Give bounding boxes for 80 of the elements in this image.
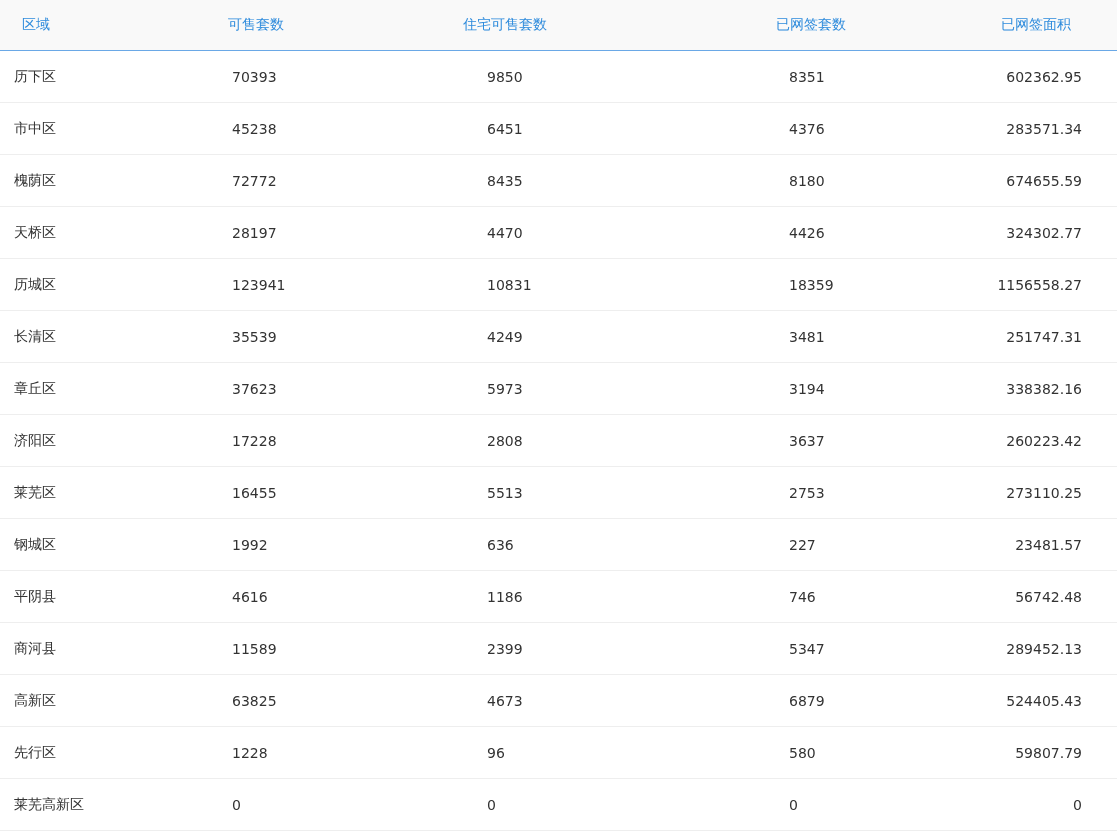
table-cell-text: 5347 bbox=[788, 640, 826, 657]
table-cell-text: 17228 bbox=[231, 432, 278, 449]
table-cell-text: 9850 bbox=[486, 68, 524, 85]
table-cell-text: 2399 bbox=[486, 640, 524, 657]
table-cell-text: 28197 bbox=[231, 224, 278, 241]
table-cell-text: 260223.42 bbox=[1005, 432, 1083, 449]
table-cell-text: 18359 bbox=[788, 276, 835, 293]
table-cell-text: 10831 bbox=[486, 276, 533, 293]
table-cell-text: 莱芜高新区 bbox=[13, 795, 85, 814]
table-cell-text: 324302.77 bbox=[1005, 224, 1083, 241]
table-cell-text: 59807.79 bbox=[1014, 744, 1083, 761]
column-header: 已网签套数 bbox=[775, 16, 847, 34]
column-header: 区域 bbox=[21, 16, 51, 34]
table-cell-text: 0 bbox=[788, 796, 799, 813]
table-cell-text: 338382.16 bbox=[1005, 380, 1083, 397]
table-cell-text: 5513 bbox=[486, 484, 524, 501]
table-cell-text: 4426 bbox=[788, 224, 826, 241]
table-cell-text: 524405.43 bbox=[1005, 692, 1083, 709]
table-cell-text: 45238 bbox=[231, 120, 278, 137]
table-cell-text: 6879 bbox=[788, 692, 826, 709]
table-cell-text: 2753 bbox=[788, 484, 826, 501]
table-cell-text: 济阳区 bbox=[13, 431, 57, 450]
table-cell-text: 273110.25 bbox=[1005, 484, 1083, 501]
table-cell-text: 602362.95 bbox=[1005, 68, 1083, 85]
table-cell-text: 56742.48 bbox=[1014, 588, 1083, 605]
table-cell-text: 3194 bbox=[788, 380, 826, 397]
table-cell-text: 3637 bbox=[788, 432, 826, 449]
column-header: 住宅可售套数 bbox=[462, 16, 548, 34]
table-cell-text: 23481.57 bbox=[1014, 536, 1083, 553]
table-cell-text: 8180 bbox=[788, 172, 826, 189]
column-header: 已网签面积 bbox=[1000, 16, 1072, 34]
table-cell-text: 283571.34 bbox=[1005, 120, 1083, 137]
table-cell-text: 5973 bbox=[486, 380, 524, 397]
table-cell-text: 4470 bbox=[486, 224, 524, 241]
table-cell-text: 289452.13 bbox=[1005, 640, 1083, 657]
table-cell-text: 746 bbox=[788, 588, 817, 605]
table-cell-text: 章丘区 bbox=[13, 379, 57, 398]
table-cell-text: 历城区 bbox=[13, 275, 57, 294]
table-cell-text: 4616 bbox=[231, 588, 269, 605]
table-cell-text: 钢城区 bbox=[13, 535, 57, 554]
table-cell-text: 1992 bbox=[231, 536, 269, 553]
table-cell-text: 1228 bbox=[231, 744, 269, 761]
table-cell-text: 35539 bbox=[231, 328, 278, 345]
table-cell-text: 580 bbox=[788, 744, 817, 761]
column-header: 可售套数 bbox=[227, 16, 285, 34]
table-cell-text: 11589 bbox=[231, 640, 278, 657]
table-cell-text: 37623 bbox=[231, 380, 278, 397]
table-cell-text: 天桥区 bbox=[13, 223, 57, 242]
table-cell-text: 莱芜区 bbox=[13, 483, 57, 502]
table-cell-text: 251747.31 bbox=[1005, 328, 1083, 345]
table-cell-text: 123941 bbox=[231, 276, 287, 293]
table-cell-text: 先行区 bbox=[13, 743, 57, 762]
table-cell-text: 历下区 bbox=[13, 67, 57, 86]
table-cell-text: 1186 bbox=[486, 588, 524, 605]
table-cell-text: 3481 bbox=[788, 328, 826, 345]
table-cell-text: 8351 bbox=[788, 68, 826, 85]
table-cell-text: 长清区 bbox=[13, 327, 57, 346]
table-cell-text: 16455 bbox=[231, 484, 278, 501]
table-cell-text: 4673 bbox=[486, 692, 524, 709]
table-cell-text: 8435 bbox=[486, 172, 524, 189]
table-cell-text: 227 bbox=[788, 536, 817, 553]
table-cell-text: 4376 bbox=[788, 120, 826, 137]
table-cell-text: 2808 bbox=[486, 432, 524, 449]
table-cell-text: 高新区 bbox=[13, 691, 57, 710]
table-cell-text: 1156558.27 bbox=[996, 276, 1083, 293]
table-cell-text: 4249 bbox=[486, 328, 524, 345]
table-cell-text: 636 bbox=[486, 536, 515, 553]
table-cell-text: 0 bbox=[231, 796, 242, 813]
table-cell-text: 商河县 bbox=[13, 639, 57, 658]
table-cell-text: 674655.59 bbox=[1005, 172, 1083, 189]
table-cell-text: 槐荫区 bbox=[13, 171, 57, 190]
table-cell-text: 96 bbox=[486, 744, 506, 761]
table-cell-text: 平阴县 bbox=[13, 587, 57, 606]
table-cell-text: 70393 bbox=[231, 68, 278, 85]
table-cell-text: 0 bbox=[1072, 796, 1083, 813]
table-cell-text: 0 bbox=[486, 796, 497, 813]
table-cell-text: 6451 bbox=[486, 120, 524, 137]
table-cell-text: 72772 bbox=[231, 172, 278, 189]
table-cell-text: 市中区 bbox=[13, 119, 57, 138]
table-cell-text: 63825 bbox=[231, 692, 278, 709]
